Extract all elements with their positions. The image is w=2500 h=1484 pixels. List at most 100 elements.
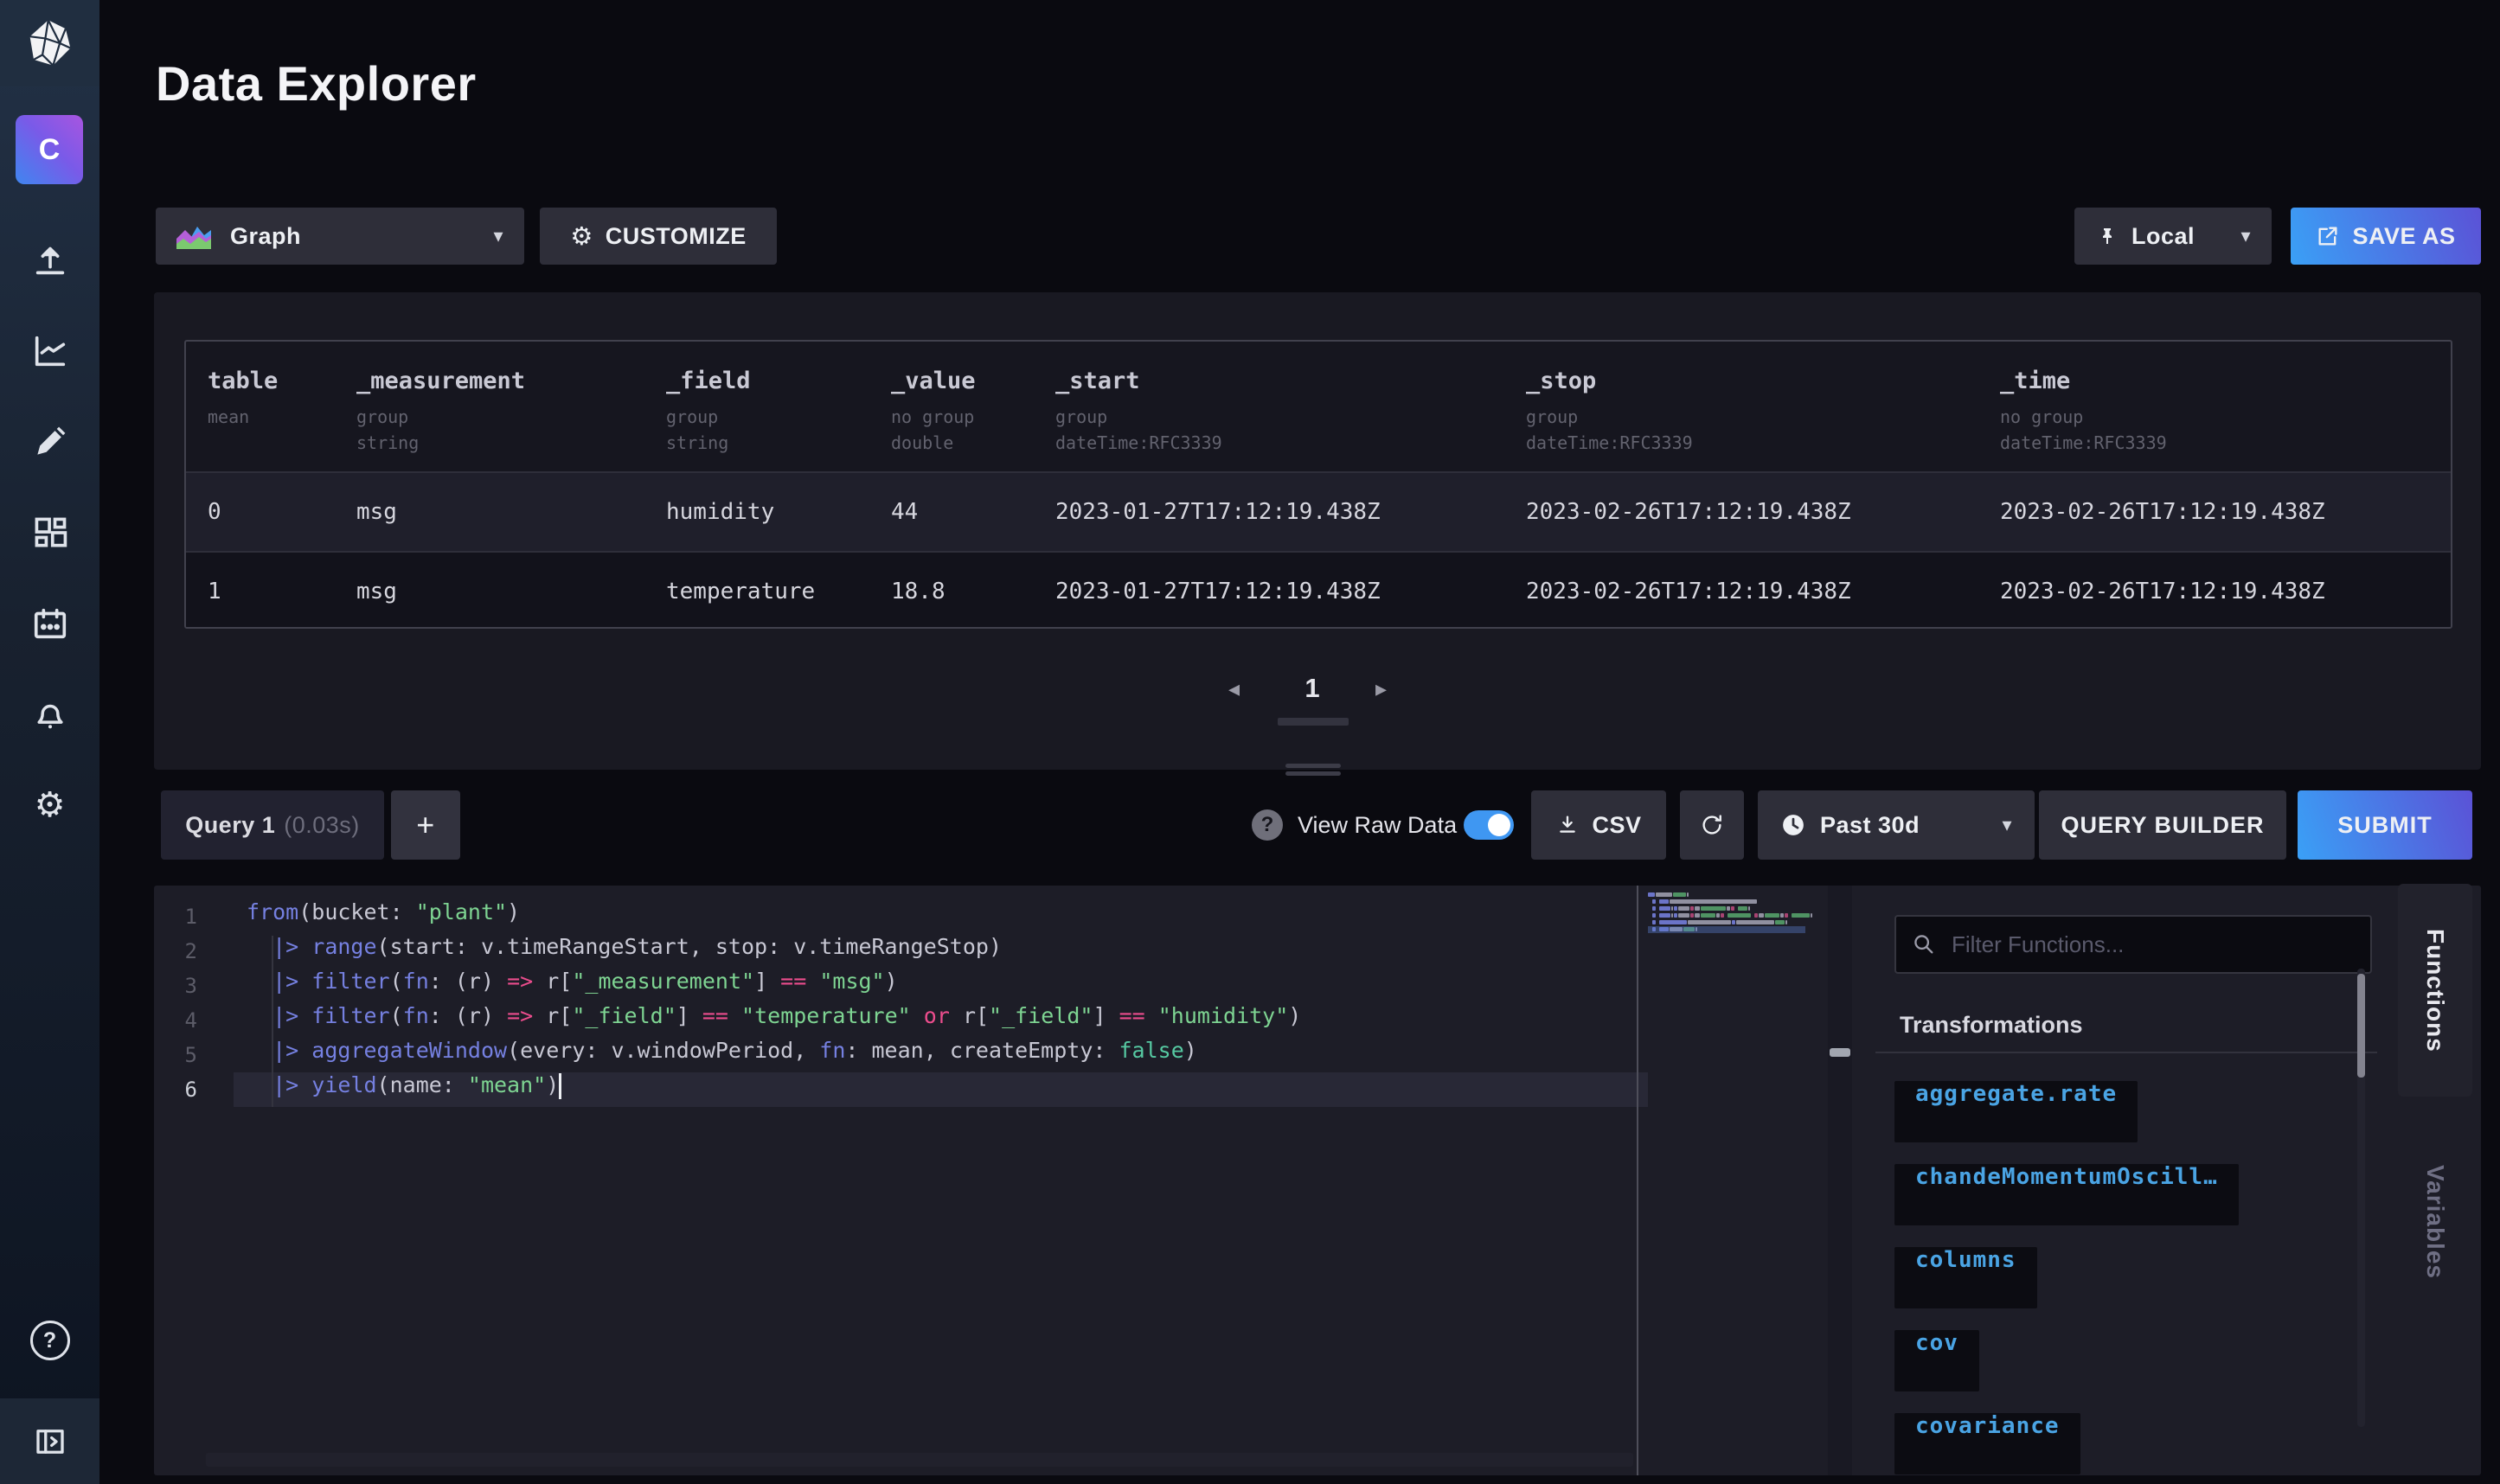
table-cell: 2023-02-26T17:12:19.438Z	[1526, 579, 1851, 604]
table-column-header: tablemean	[208, 342, 278, 432]
table-cell: 2023-02-26T17:12:19.438Z	[1526, 499, 1851, 525]
table-cell: temperature	[666, 579, 815, 604]
function-pill[interactable]: columns	[1894, 1247, 2037, 1308]
functions-scrollbar-thumb[interactable]	[2357, 974, 2365, 1078]
help-icon: ?	[30, 1321, 70, 1360]
transformations-section-label: Transformations	[1900, 1012, 2083, 1039]
table-cell: 1	[208, 579, 221, 604]
bell-icon	[31, 695, 69, 733]
table-row: 0msghumidity442023-01-27T17:12:19.438Z20…	[186, 471, 2451, 553]
pane-divider[interactable]	[1828, 886, 1852, 1475]
sidebar-item-load-data[interactable]	[0, 214, 99, 305]
time-range-label: Past 30d	[1820, 812, 1920, 839]
chevron-down-icon: ▾	[493, 226, 503, 247]
filter-functions-input[interactable]	[1950, 931, 2355, 959]
text-cursor	[559, 1073, 561, 1099]
line-number: 2	[154, 934, 197, 969]
dashboards-icon	[31, 514, 69, 552]
influxdb-logo[interactable]	[0, 0, 99, 86]
sidebar-nav: ⚙	[0, 214, 99, 850]
search-icon	[1912, 932, 1936, 956]
chevron-down-icon: ▾	[2240, 226, 2251, 247]
page-next-button[interactable]: ▸	[1375, 676, 1387, 702]
save-as-button[interactable]: SAVE AS	[2291, 208, 2481, 265]
calendar-icon	[30, 604, 70, 643]
query-tab[interactable]: Query 1 (0.03s)	[161, 790, 384, 860]
table-cell: 2023-01-27T17:12:19.438Z	[1055, 499, 1381, 525]
line-number: 4	[154, 1003, 197, 1038]
gear-icon: ⚙	[570, 224, 593, 249]
page-title: Data Explorer	[156, 55, 477, 112]
question-mark-icon[interactable]: ?	[1252, 809, 1283, 841]
function-pill[interactable]: chandeMomentumOscill…	[1894, 1164, 2239, 1225]
pane-drag-handle[interactable]	[1830, 1048, 1850, 1057]
line-number: 6	[154, 1072, 197, 1107]
code-line: |> yield(name: "mean")	[234, 1072, 1648, 1107]
table-cell: 2023-02-26T17:12:19.438Z	[2000, 499, 2325, 525]
customize-button[interactable]: ⚙ CUSTOMIZE	[540, 208, 777, 265]
minimap-line	[1648, 906, 1805, 911]
table-column-header: _fieldgroupstring	[666, 342, 751, 453]
sidebar-item-data-explorer[interactable]	[0, 305, 99, 396]
tab-functions[interactable]: Functions	[2398, 884, 2472, 1097]
sidebar-item-settings[interactable]: ⚙	[0, 759, 99, 850]
page-prev-button[interactable]: ◂	[1228, 676, 1240, 702]
code-line: |> aggregateWindow(every: v.windowPeriod…	[234, 1038, 1648, 1072]
sidebar-item-help[interactable]: ?	[0, 1314, 99, 1366]
pencil-icon	[31, 423, 69, 461]
query-builder-button[interactable]: QUERY BUILDER	[2039, 790, 2286, 860]
minimap-line	[1648, 913, 1805, 918]
table-cell: 18.8	[891, 579, 946, 604]
table-horizontal-scrollbar[interactable]	[1278, 718, 1349, 726]
indent-guide	[272, 936, 273, 1107]
sidebar-item-alerts[interactable]	[0, 668, 99, 759]
editor-horizontal-scrollbar[interactable]	[206, 1453, 1633, 1467]
area-chart-icon	[176, 223, 211, 249]
function-pill[interactable]: aggregate.rate	[1894, 1081, 2138, 1142]
query-tab-duration: (0.03s)	[284, 812, 360, 839]
table-cell: humidity	[666, 499, 774, 525]
timezone-label: Local	[2131, 223, 2195, 250]
influxdb-logo-icon	[27, 18, 74, 68]
data-explorer-page: C	[0, 0, 2500, 1484]
filter-functions-searchbox[interactable]	[1894, 915, 2372, 974]
minimap-active-line	[1648, 926, 1805, 933]
sidebar-item-dashboards[interactable]	[0, 487, 99, 578]
tab-variables[interactable]: Variables	[2398, 1116, 2472, 1328]
org-avatar[interactable]: C	[16, 115, 83, 184]
chevron-down-icon: ▾	[2002, 815, 2012, 836]
sidebar-item-notebooks[interactable]	[0, 396, 99, 487]
sidebar-expand[interactable]	[0, 1398, 99, 1484]
timezone-dropdown[interactable]: Local ▾	[2074, 208, 2272, 265]
table-cell: msg	[356, 499, 397, 525]
code-line: |> range(start: v.timeRangeStart, stop: …	[234, 934, 1648, 969]
sidebar: C	[0, 0, 99, 1484]
toggle-knob	[1488, 814, 1510, 836]
download-icon	[1555, 813, 1580, 837]
upload-icon	[30, 240, 70, 280]
panel-resize-handle[interactable]	[1285, 764, 1341, 768]
section-divider	[1875, 1052, 2377, 1053]
submit-button[interactable]: SUBMIT	[2298, 790, 2472, 860]
table-column-header: _valueno groupdouble	[891, 342, 976, 453]
code-line: from(bucket: "plant")	[234, 899, 1648, 934]
page-number: 1	[1293, 673, 1331, 704]
csv-download-button[interactable]: CSV	[1531, 790, 1666, 860]
sidebar-item-tasks[interactable]	[0, 578, 99, 668]
time-range-dropdown[interactable]: Past 30d ▾	[1758, 790, 2035, 860]
minimap-line	[1648, 892, 1805, 897]
editor-minimap[interactable]	[1648, 892, 1805, 948]
function-pill[interactable]: cov	[1894, 1330, 1979, 1391]
pin-icon	[2097, 226, 2118, 246]
table-column-header: _stopgroupdateTime:RFC3339	[1526, 342, 1693, 453]
code-line: |> filter(fn: (r) => r["_field"] == "tem…	[234, 1003, 1648, 1038]
view-raw-data-toggle[interactable]	[1464, 810, 1514, 840]
expand-sidebar-icon	[32, 1423, 68, 1460]
visualization-type-dropdown[interactable]: Graph ▾	[156, 208, 524, 265]
customize-label: CUSTOMIZE	[606, 223, 747, 250]
panel-resize-handle[interactable]	[1285, 771, 1341, 776]
add-query-button[interactable]: +	[391, 790, 460, 860]
query-tab-label: Query 1	[185, 812, 275, 839]
function-pill[interactable]: covariance	[1894, 1413, 2080, 1474]
refresh-button[interactable]	[1680, 790, 1744, 860]
